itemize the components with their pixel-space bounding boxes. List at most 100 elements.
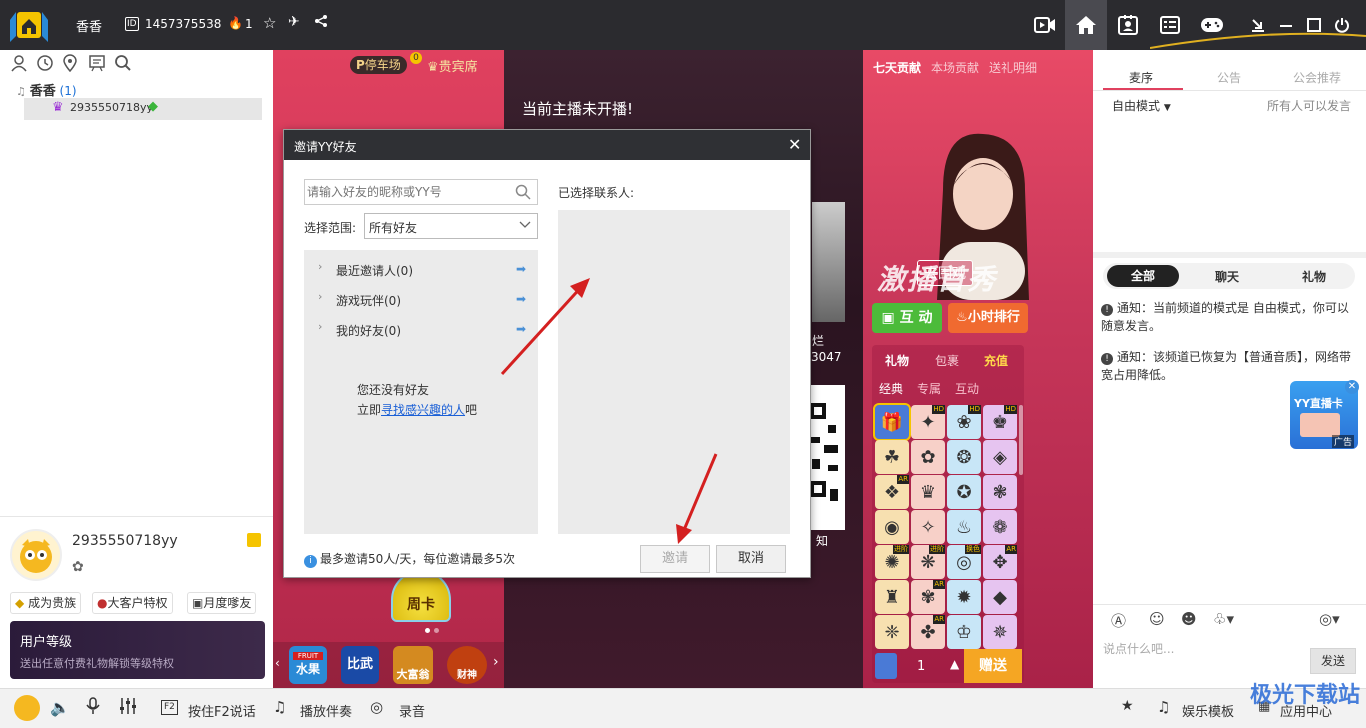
- tab-guild[interactable]: 公会推荐: [1293, 69, 1341, 86]
- mode-dropdown[interactable]: 自由模式 ▼: [1112, 97, 1171, 114]
- gift-tab-package[interactable]: 包裹: [935, 352, 959, 369]
- cancel-button[interactable]: 取消: [716, 545, 786, 573]
- vip-seat-button[interactable]: ♛贵宾席: [427, 56, 478, 75]
- games-prev-icon[interactable]: ‹: [275, 656, 280, 670]
- video-icon[interactable]: [1032, 12, 1058, 38]
- tab-mic-order[interactable]: 麦序: [1129, 69, 1153, 86]
- chat-tab-all[interactable]: 全部: [1107, 265, 1179, 287]
- music-icon[interactable]: ♫: [273, 698, 286, 716]
- bag-icon[interactable]: ♧▾: [1213, 610, 1234, 628]
- parking-button[interactable]: P停车场: [350, 56, 407, 74]
- rank-tab-gift-detail[interactable]: 送礼明细: [989, 59, 1037, 76]
- contact-card-icon[interactable]: [1115, 12, 1141, 38]
- gift-tab-recharge[interactable]: 充值: [984, 352, 1008, 369]
- scope-select[interactable]: 所有好友: [364, 213, 538, 239]
- gift-item[interactable]: ❈: [875, 615, 909, 649]
- perk-vip-button[interactable]: ●大客户特权: [92, 592, 173, 614]
- speaker-icon[interactable]: 🔈: [50, 698, 70, 717]
- gift-item[interactable]: ♔: [947, 615, 981, 649]
- gift-subtab-classic[interactable]: 经典: [879, 380, 903, 397]
- gift-item[interactable]: ✾ AR: [911, 580, 945, 614]
- tab-announcement[interactable]: 公告: [1217, 69, 1241, 86]
- chat-tab-gift[interactable]: 礼物: [1302, 268, 1326, 285]
- games-next-icon[interactable]: ›: [493, 654, 499, 670]
- gift-item[interactable]: ❋ 进阶: [911, 545, 945, 579]
- gift-item[interactable]: ❀ HD: [947, 405, 981, 439]
- avatar[interactable]: [10, 529, 62, 581]
- gift-item[interactable]: ✪: [947, 475, 981, 509]
- board-icon[interactable]: [88, 54, 106, 72]
- chat-more-icon[interactable]: ◎▾: [1319, 610, 1340, 628]
- gift-scrollbar[interactable]: [1019, 405, 1023, 475]
- push-to-talk[interactable]: 按住F2说话: [188, 701, 256, 720]
- calendar-star-icon[interactable]: ★: [1121, 698, 1134, 714]
- interact-button[interactable]: ▣ 互 动: [872, 303, 942, 333]
- tree-user-row[interactable]: ♛ 2935550718yy ◆: [24, 98, 262, 120]
- rank-tab-session[interactable]: 本场贡献: [931, 59, 979, 76]
- gift-item[interactable]: ☘: [875, 440, 909, 474]
- emoji-alt-icon[interactable]: ☻: [1181, 610, 1197, 628]
- gift-subtab-exclusive[interactable]: 专属: [917, 380, 941, 397]
- gift-item[interactable]: ✦ HD: [911, 405, 945, 439]
- record-label[interactable]: 录音: [399, 701, 425, 720]
- gift-item[interactable]: ◉: [875, 510, 909, 544]
- gift-item[interactable]: ❃: [983, 475, 1017, 509]
- home-icon[interactable]: [1073, 12, 1099, 38]
- font-style-icon[interactable]: Ⓐ: [1111, 610, 1126, 631]
- emoji-icon[interactable]: ☺: [1149, 610, 1165, 628]
- gift-subtab-interactive[interactable]: 互动: [955, 380, 979, 397]
- mixer-icon[interactable]: [118, 697, 138, 715]
- chat-send-button[interactable]: 发送: [1310, 648, 1356, 674]
- qr-code[interactable]: [806, 385, 845, 530]
- gift-item[interactable]: ✧: [911, 510, 945, 544]
- gift-item[interactable]: ✤ AR: [911, 615, 945, 649]
- search-icon[interactable]: [515, 184, 531, 200]
- gift-item[interactable]: ◈: [983, 440, 1017, 474]
- game-fruit[interactable]: FRUIT 水果: [289, 646, 327, 684]
- microphone-icon[interactable]: [86, 697, 100, 715]
- play-accompaniment[interactable]: 播放伴奏: [300, 701, 352, 720]
- gift-item[interactable]: ♚ HD: [983, 405, 1017, 439]
- user-icon[interactable]: [10, 54, 28, 72]
- hourly-rank-button[interactable]: ♨小时排行: [948, 303, 1028, 333]
- home-logo-icon[interactable]: [6, 6, 52, 46]
- gift-item[interactable]: ✹: [947, 580, 981, 614]
- gift-item[interactable]: ✿: [911, 440, 945, 474]
- send-gift-button[interactable]: 赠送: [964, 649, 1022, 683]
- friend-search-box[interactable]: [304, 179, 538, 205]
- mascot-icon[interactable]: [14, 695, 40, 721]
- gift-quantity[interactable]: 1: [917, 659, 925, 674]
- recent-icon[interactable]: [36, 54, 54, 72]
- quantity-up-icon[interactable]: ▲: [950, 657, 959, 671]
- game-duel[interactable]: 比武: [341, 646, 379, 684]
- search-icon[interactable]: [114, 54, 132, 72]
- close-icon[interactable]: ✕: [788, 135, 801, 154]
- share-icon[interactable]: [314, 14, 328, 28]
- plane-icon[interactable]: ✈: [288, 14, 300, 30]
- record-icon[interactable]: ◎: [370, 698, 383, 716]
- star-icon[interactable]: ☆: [263, 14, 276, 32]
- chat-tab-chat[interactable]: 聊天: [1215, 268, 1239, 285]
- gift-item[interactable]: ♜: [875, 580, 909, 614]
- ent-music-icon[interactable]: ♫: [1157, 698, 1170, 716]
- perk-noble-button[interactable]: ◆ 成为贵族: [10, 592, 82, 614]
- gift-item[interactable]: ◎ 换色: [947, 545, 981, 579]
- location-icon[interactable]: [62, 54, 78, 72]
- gift-item[interactable]: 🎁: [873, 403, 911, 441]
- perk-monthly-button[interactable]: ▣月度嗲友: [187, 592, 257, 614]
- game-monopoly[interactable]: 大富翁: [393, 646, 433, 684]
- gift-item[interactable]: ✥ AR: [983, 545, 1017, 579]
- gift-item[interactable]: ✵: [983, 615, 1017, 649]
- game-fortune[interactable]: 财神: [447, 646, 487, 684]
- find-people-link[interactable]: 寻找感兴趣的人: [381, 403, 465, 417]
- gift-item[interactable]: ✺ 进阶: [875, 545, 909, 579]
- ent-template[interactable]: 娱乐模板: [1182, 701, 1234, 720]
- friend-search-input[interactable]: [307, 183, 507, 201]
- chat-input[interactable]: 说点什么吧...: [1103, 640, 1174, 657]
- gift-tab-gifts[interactable]: 礼物: [885, 352, 909, 369]
- gift-item[interactable]: ◆: [983, 580, 1017, 614]
- ad-close-icon[interactable]: ✕: [1345, 380, 1359, 394]
- gift-item[interactable]: ❂: [947, 440, 981, 474]
- gift-item[interactable]: ❁: [983, 510, 1017, 544]
- gift-box-icon[interactable]: [247, 533, 261, 547]
